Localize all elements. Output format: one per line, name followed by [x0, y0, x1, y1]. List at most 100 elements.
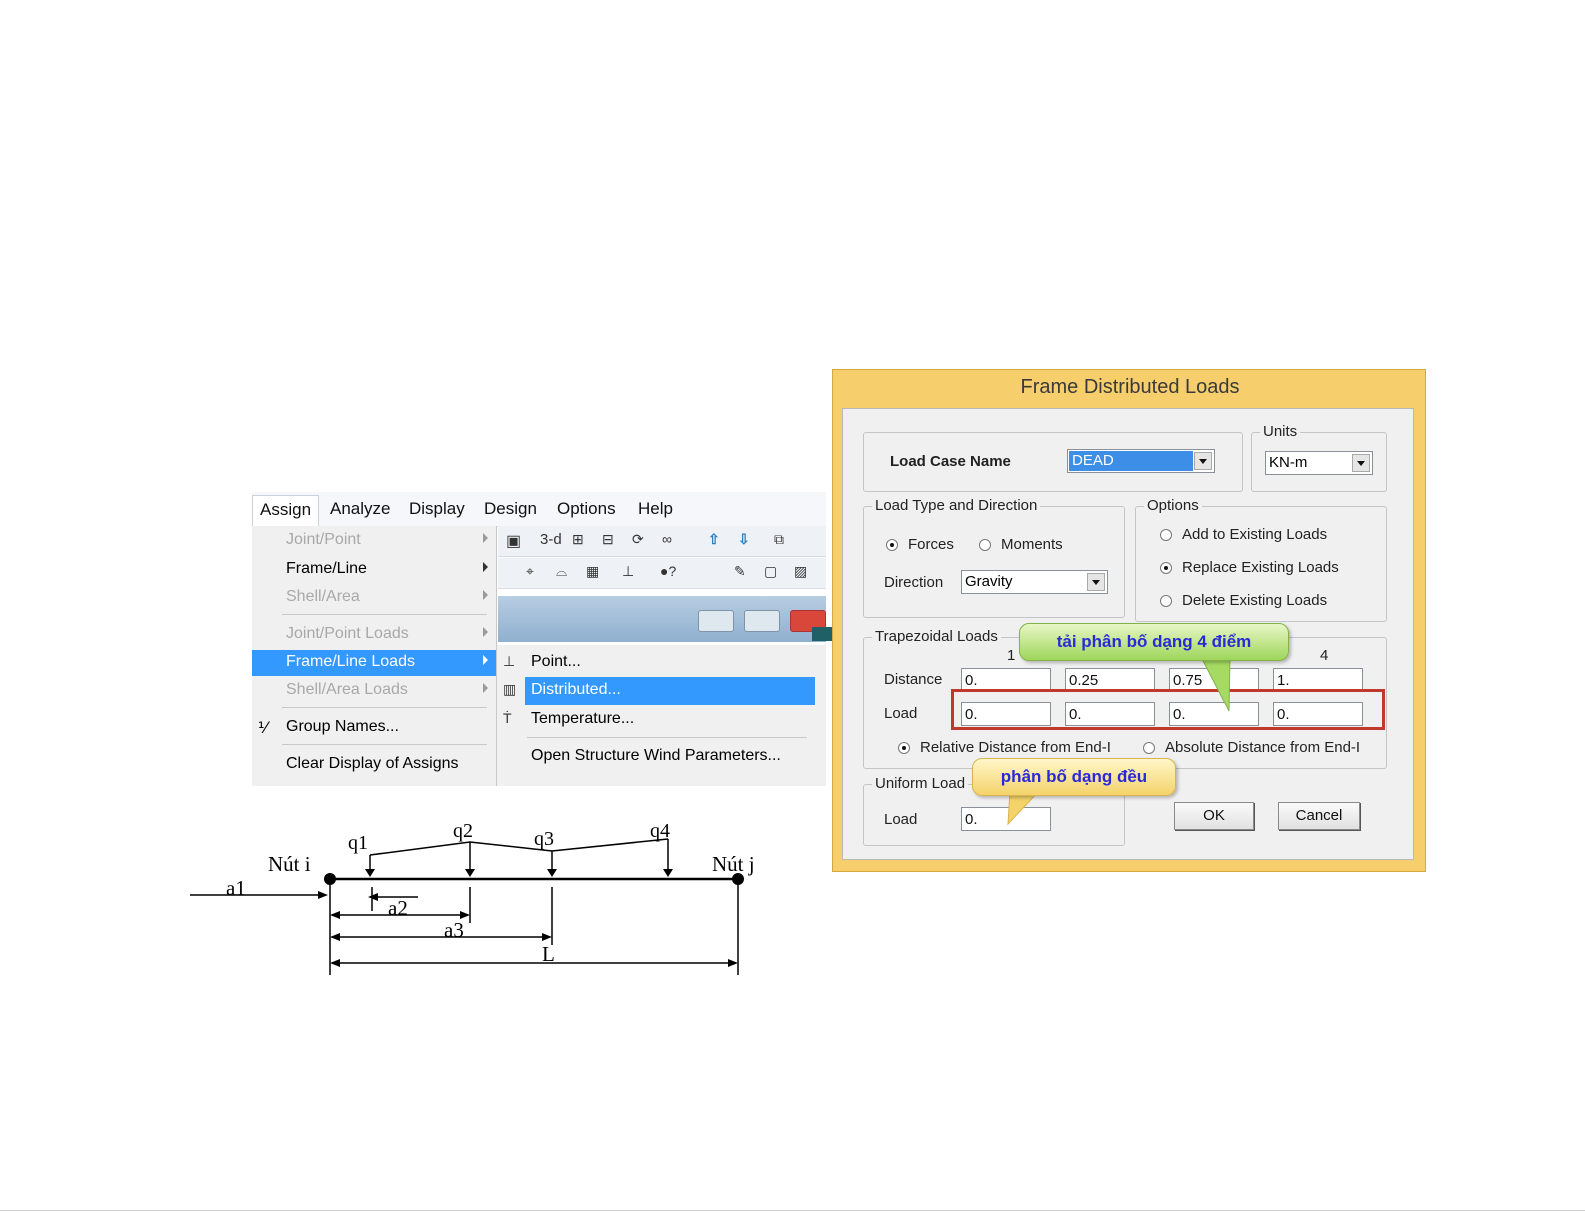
moments-label: Moments	[1001, 536, 1063, 553]
forces-label: Forces	[908, 536, 954, 553]
L-label: L	[542, 942, 555, 966]
distributed-load-icon: ▥	[503, 681, 517, 697]
relative-distance-radio[interactable]	[898, 742, 910, 754]
submenu-item-wind-parameters[interactable]: Open Structure Wind Parameters...	[497, 743, 819, 771]
submenu-item-point[interactable]: ⊥ Point...	[497, 649, 819, 677]
down-arrow-icon[interactable]: ⇩	[738, 531, 750, 548]
assign-menu-screenshot: Assign Analyze Display Design Options He…	[252, 492, 826, 786]
menu-item-clear-display[interactable]: Clear Display of Assigns	[252, 752, 496, 778]
frame-line-loads-submenu: ⊥ Point... ▥ Distributed... Ṫ Temperatur…	[496, 645, 826, 786]
delete-existing-radio[interactable]	[1160, 595, 1172, 607]
menu-assign[interactable]: Assign	[252, 495, 320, 526]
grid-icon[interactable]: ▦	[586, 563, 599, 580]
node-j-label: Nút j	[712, 852, 755, 876]
options-group: Options Add to Existing Loads Replace Ex…	[1135, 497, 1387, 622]
menu-item-joint-point[interactable]: Joint/Point	[252, 528, 496, 554]
submenu-arrow-icon	[483, 590, 488, 600]
trapezoidal-load-diagram: Nút i Nút j q1 q2 q3 q4 a1 a2 a3 L	[190, 820, 755, 975]
menu-separator	[282, 614, 487, 615]
submenu-arrow-icon	[483, 655, 488, 665]
draw-frame-icon[interactable]: ⊥	[622, 563, 634, 580]
units-group: Units KN-m	[1251, 423, 1387, 492]
options-label: Options	[1144, 497, 1202, 514]
load-label: Load	[884, 705, 918, 722]
q2-label: q2	[453, 820, 473, 842]
toolbar-top: ▣ 3-d ⊞ ⊟ ⟳ ∞ ⇧ ⇩ ⧉	[498, 526, 826, 557]
assign-dropdown: Joint/Point Frame/Line Shell/Area Joint/…	[252, 526, 497, 786]
zoom-window-icon[interactable]: ⧉	[774, 531, 784, 548]
point-load-icon: ⊥	[503, 653, 516, 669]
menu-item-shell-area-loads[interactable]: Shell/Area Loads	[252, 678, 496, 704]
menu-options[interactable]: Options	[557, 499, 616, 519]
absolute-distance-label: Absolute Distance from End-I	[1165, 739, 1361, 756]
view-xz-icon[interactable]: ⊟	[602, 531, 614, 548]
pan-icon[interactable]: ▣	[506, 531, 521, 551]
moments-radio[interactable]	[979, 539, 991, 551]
page-bottom-rule	[0, 1210, 1585, 1211]
submenu-arrow-icon	[483, 562, 488, 572]
help-pointer-icon[interactable]: ●?	[660, 563, 676, 579]
menu-display[interactable]: Display	[409, 499, 465, 519]
submenu-arrow-icon	[483, 683, 488, 693]
submenu-arrow-icon	[483, 533, 488, 543]
load-type-group: Load Type and Direction Forces Moments D…	[863, 497, 1125, 618]
a3-label: a3	[444, 918, 464, 942]
submenu-item-temperature[interactable]: Ṫ Temperature...	[497, 706, 819, 734]
view-xy-icon[interactable]: ⊞	[572, 531, 584, 548]
chevron-down-icon	[1087, 573, 1105, 591]
add-existing-label: Add to Existing Loads	[1182, 526, 1328, 543]
add-existing-radio[interactable]	[1160, 529, 1172, 541]
delete-existing-label: Delete Existing Loads	[1182, 592, 1328, 609]
dialog-title: Frame Distributed Loads	[1020, 376, 1240, 398]
rotate-icon[interactable]: ⟳	[632, 531, 644, 548]
menu-item-group-names[interactable]: ⅟ Group Names...	[252, 715, 496, 741]
uniform-load-label: Uniform Load	[872, 775, 969, 792]
direction-label: Direction	[884, 574, 944, 591]
node-i-label: Nút i	[268, 852, 311, 876]
uniform-callout: phân bố dạng đều	[972, 758, 1176, 796]
cancel-button[interactable]: Cancel	[1278, 802, 1360, 830]
load-type-label: Load Type and Direction	[872, 497, 1041, 514]
absolute-distance-radio[interactable]	[1143, 742, 1155, 754]
units-label: Units	[1260, 423, 1301, 440]
menu-design[interactable]: Design	[484, 499, 537, 519]
direction-select[interactable]: Gravity	[961, 570, 1108, 594]
display-icon[interactable]: ▢	[764, 563, 777, 580]
ok-button[interactable]: OK	[1174, 802, 1254, 830]
menu-item-frame-line-loads[interactable]: Frame/Line Loads	[252, 650, 496, 676]
menu-separator	[527, 737, 807, 738]
toolbar-second: ⌖ ⌓ ▦ ⊥ ●? ✎ ▢ ▨	[498, 558, 826, 589]
menu-analyze[interactable]: Analyze	[330, 499, 390, 519]
frame-distributed-loads-dialog: Frame Distributed Loads Load Case Name D…	[832, 369, 1426, 872]
load-case-select[interactable]: DEAD	[1067, 449, 1215, 473]
chevron-down-icon	[1352, 454, 1370, 472]
submenu-item-distributed[interactable]: ▥ Distributed...	[497, 677, 819, 705]
snap-icon[interactable]: ⌖	[526, 563, 534, 580]
menu-item-shell-area[interactable]: Shell/Area	[252, 585, 496, 611]
forces-radio[interactable]	[886, 539, 898, 551]
maximize-icon[interactable]	[744, 610, 780, 632]
load-case-label: Load Case Name	[890, 453, 1011, 470]
temperature-icon: Ṫ	[503, 710, 512, 726]
section-icon[interactable]: ⌓	[556, 563, 567, 580]
load-row-highlight	[951, 689, 1385, 730]
menu-separator	[282, 744, 487, 745]
load-case-group: Load Case Name DEAD	[863, 432, 1243, 492]
edit-icon[interactable]: ▨	[794, 563, 807, 580]
menu-help[interactable]: Help	[638, 499, 673, 519]
view-3d-button[interactable]: 3-d	[540, 531, 562, 548]
q4-label: q4	[650, 820, 670, 842]
callout-pointer	[1199, 655, 1231, 712]
up-arrow-icon[interactable]: ⇧	[708, 531, 720, 548]
units-select[interactable]: KN-m	[1265, 451, 1373, 475]
minimize-icon[interactable]	[698, 610, 734, 632]
uniform-load-field-label: Load	[884, 811, 918, 828]
paint-icon[interactable]: ✎	[734, 563, 746, 580]
column-4-header: 4	[1320, 647, 1329, 664]
replace-existing-radio[interactable]	[1160, 562, 1172, 574]
distance-label: Distance	[884, 671, 943, 688]
menu-item-joint-point-loads[interactable]: Joint/Point Loads	[252, 622, 496, 648]
replace-existing-label: Replace Existing Loads	[1182, 559, 1339, 576]
perspective-icon[interactable]: ∞	[662, 531, 672, 547]
menu-item-frame-line[interactable]: Frame/Line	[252, 557, 496, 583]
